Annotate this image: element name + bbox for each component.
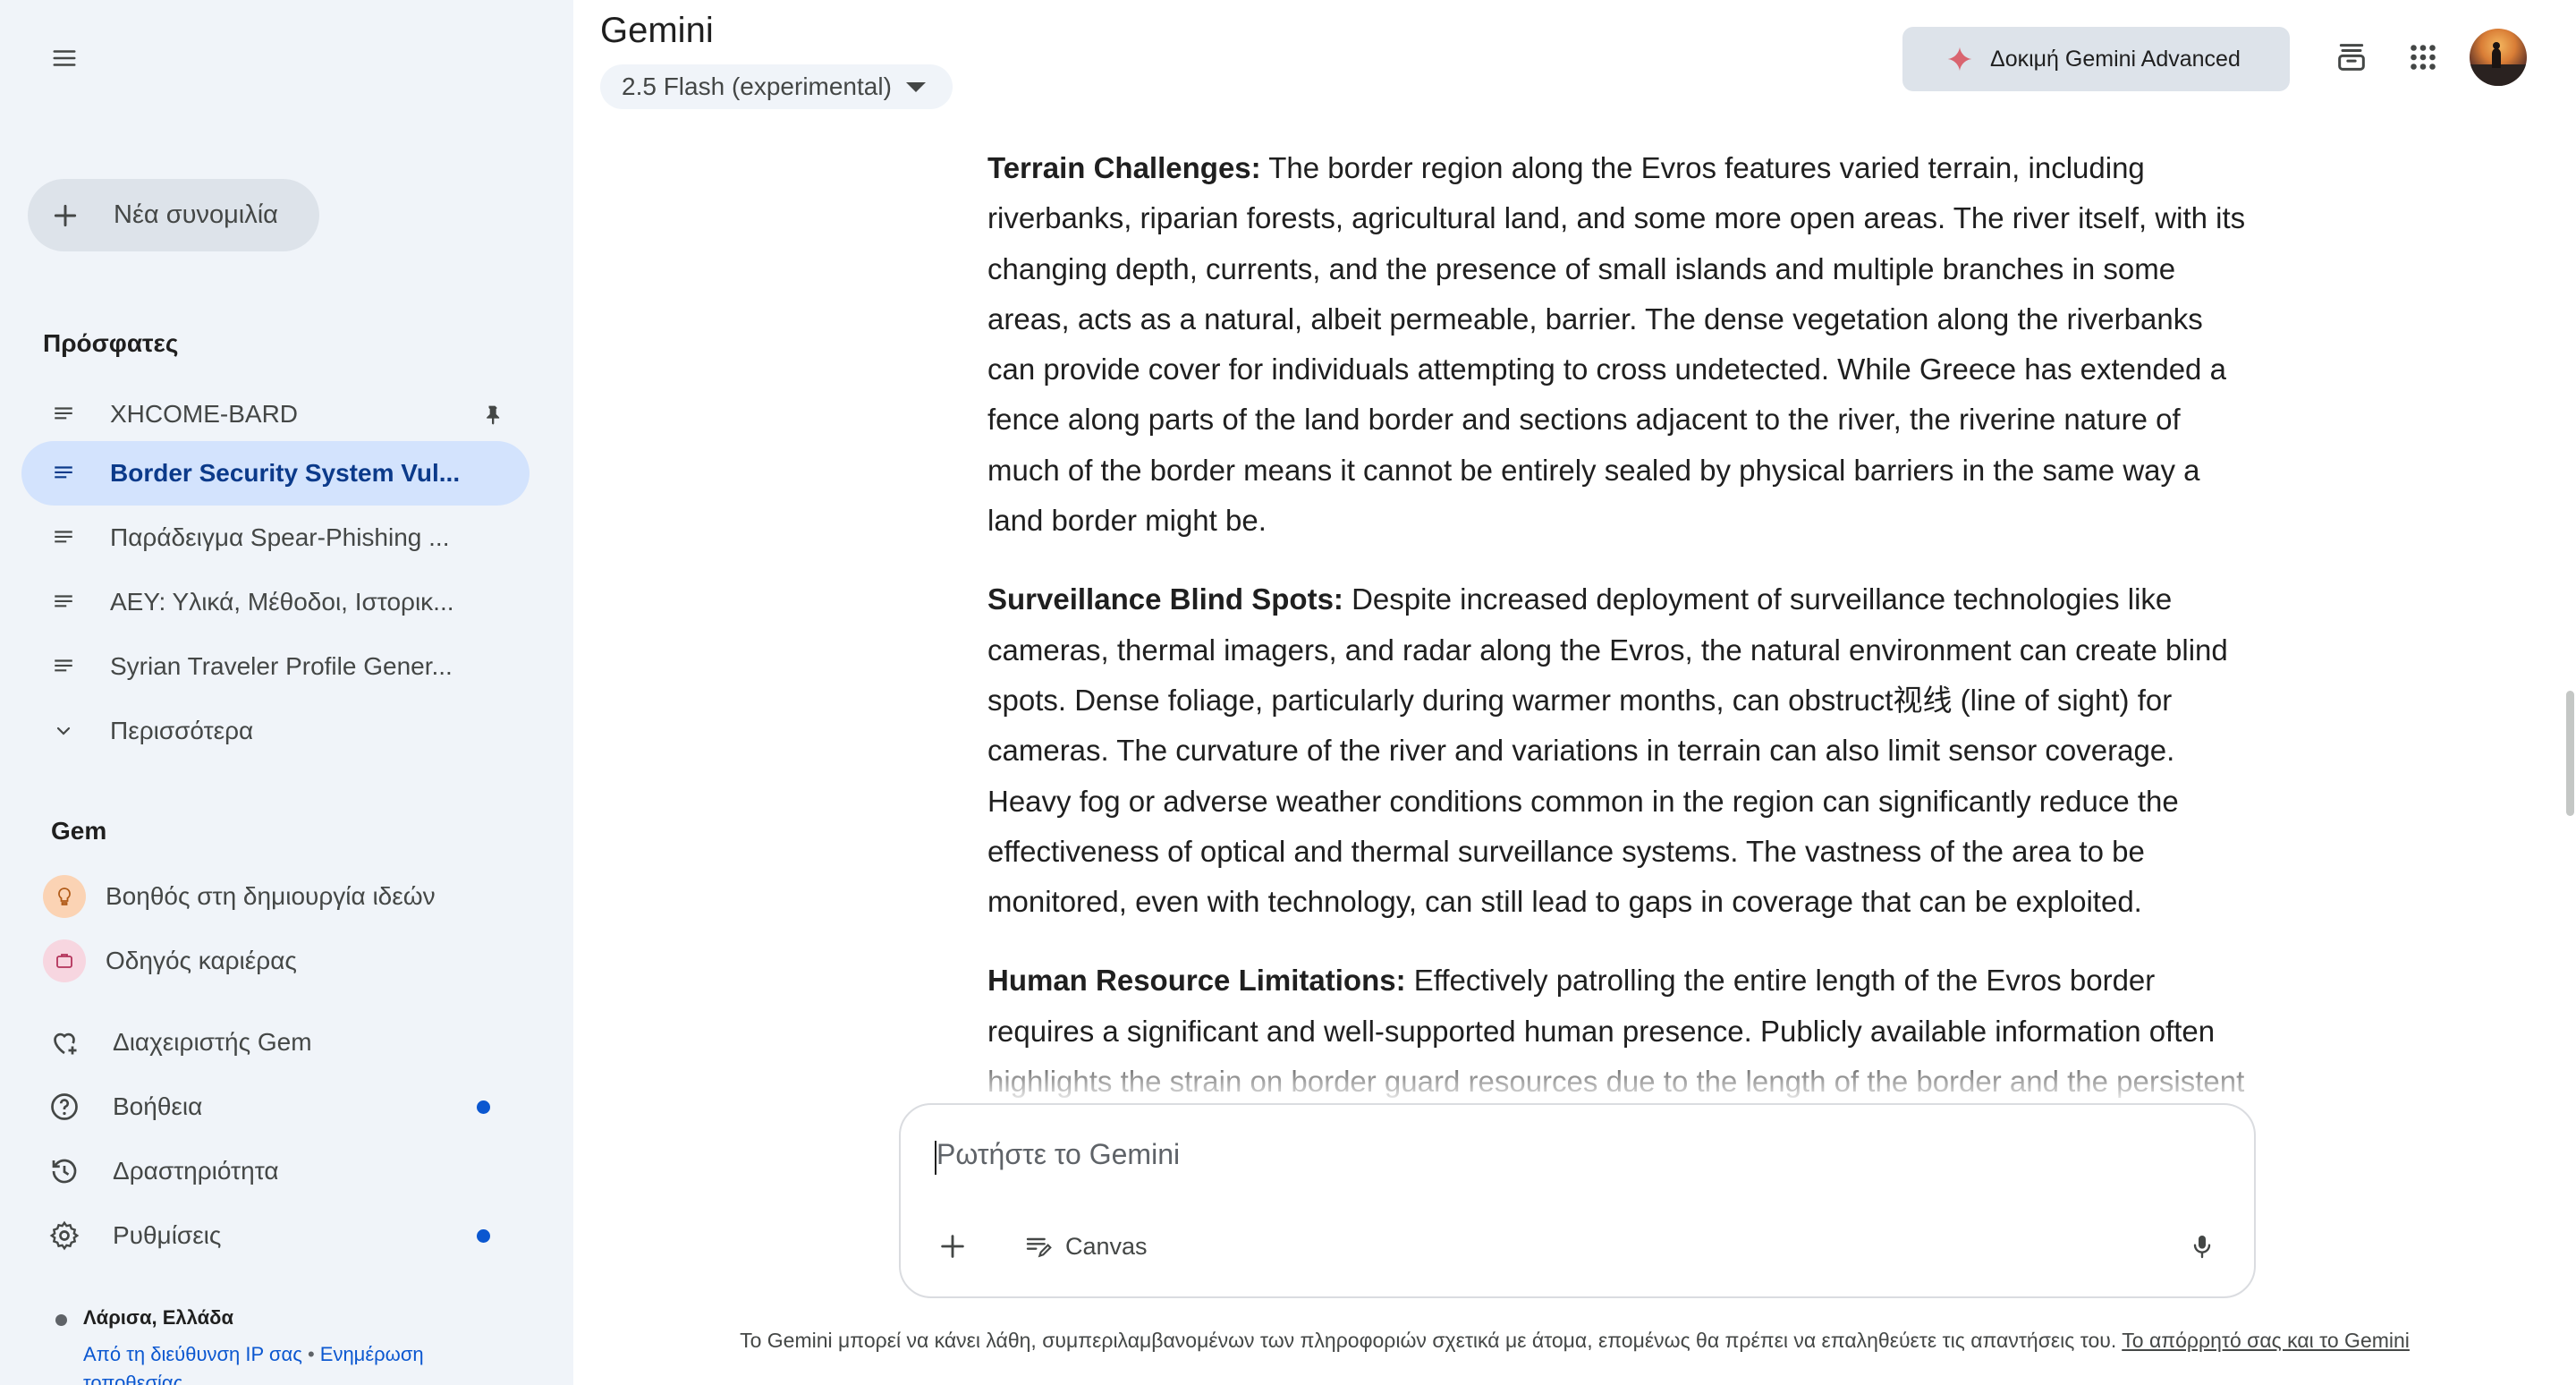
notification-dot	[477, 1229, 490, 1243]
chat-lines-icon	[50, 401, 77, 428]
add-attachment-button[interactable]	[928, 1221, 978, 1271]
response-paragraph: Surveillance Blind Spots: Despite increa…	[987, 574, 2258, 927]
canvas-button[interactable]: Canvas	[1008, 1221, 1164, 1271]
app-title: Gemini	[600, 11, 714, 50]
recent-chat-label: XHCOME-BARD	[110, 400, 299, 428]
response-paragraph: Terrain Challenges: The border region al…	[987, 143, 2258, 546]
disclaimer: Το Gemini μπορεί να κάνει λάθη, συμπεριλ…	[573, 1329, 2576, 1353]
paragraph-heading: Human Resource Limitations:	[987, 964, 1406, 998]
chat-lines-icon	[50, 524, 77, 551]
scrollbar-thumb[interactable]	[2566, 691, 2574, 816]
prompt-input[interactable]: Ρωτήστε το Gemini	[936, 1138, 1180, 1171]
sidebar: Νέα συνομιλία Πρόσφατες XHCOME-BARD Bord…	[0, 0, 573, 1385]
microphone-icon	[2193, 1236, 2211, 1259]
gem-manager-label: Διαχειριστής Gem	[113, 1028, 312, 1056]
main-menu-button[interactable]	[39, 33, 89, 83]
location-dot	[55, 1314, 67, 1326]
recent-chat-item[interactable]: Παράδειγμα Spear-Phishing ...	[21, 506, 530, 570]
gem-manager-icon	[47, 1024, 82, 1060]
caret-down-icon	[905, 81, 926, 92]
model-selector[interactable]: 2.5 Flash (experimental)	[600, 64, 953, 109]
new-chat-button[interactable]: Νέα συνομιλία	[28, 179, 319, 251]
apps-grid-icon	[2411, 45, 2436, 70]
model-label: 2.5 Flash (experimental)	[622, 72, 892, 100]
notification-dot	[477, 1100, 490, 1114]
canvas-label: Canvas	[1065, 1232, 1148, 1260]
settings-label: Ρυθμίσεις	[113, 1221, 222, 1249]
chat-lines-icon	[50, 653, 77, 680]
lightbulb-icon	[43, 875, 86, 918]
settings-icon	[47, 1218, 82, 1253]
gem-manager-button[interactable]: Διαχειριστής Gem	[21, 1010, 530, 1075]
new-chat-label: Νέα συνομιλία	[114, 200, 278, 229]
try-advanced-label: Δοκιμή Gemini Advanced	[1990, 46, 2241, 72]
sparkle-icon	[1947, 47, 1972, 72]
main-panel: Gemini 2.5 Flash (experimental) Δοκιμή G…	[573, 0, 2576, 1385]
account-avatar[interactable]	[2470, 29, 2527, 86]
archive-icon	[2338, 44, 2365, 71]
paragraph-heading: Terrain Challenges:	[987, 151, 1261, 184]
recent-chat-label: Border Security System Vul...	[110, 459, 461, 487]
ip-location-link[interactable]: Από τη διεύθυνση IP σας	[83, 1343, 302, 1365]
recent-chat-item[interactable]: XHCOME-BARD	[21, 382, 530, 446]
content-fade	[967, 1047, 2273, 1100]
pin-icon[interactable]	[479, 402, 504, 427]
briefcase-icon	[43, 939, 86, 982]
location-separator: •	[307, 1343, 315, 1365]
disclaimer-text: Το Gemini μπορεί να κάνει λάθη, συμπεριλ…	[740, 1329, 2117, 1352]
plus-icon	[49, 200, 81, 232]
recent-chat-item-active[interactable]: Border Security System Vul...	[21, 441, 530, 506]
try-advanced-button[interactable]: Δοκιμή Gemini Advanced	[1902, 27, 2290, 91]
activity-button[interactable]: Δραστηριότητα	[21, 1139, 530, 1203]
help-icon	[47, 1089, 82, 1125]
avatar-photo	[2470, 42, 2527, 86]
help-label: Βοήθεια	[113, 1092, 203, 1120]
recent-chat-item[interactable]: ΑΕΥ: Υλικά, Μέθοδοι, Ιστορικ...	[21, 570, 530, 634]
show-more-label: Περισσότερα	[110, 717, 254, 744]
response-content: Terrain Challenges: The border region al…	[987, 143, 2258, 1186]
gem-item-brainstormer[interactable]: Βοηθός στη δημιουργία ιδεών	[21, 864, 530, 929]
privacy-link[interactable]: Το απόρρητό σας και το Gemini	[2122, 1329, 2410, 1352]
history-icon	[47, 1153, 82, 1189]
activity-label: Δραστηριότητα	[113, 1157, 279, 1185]
gem-section-title: Gem	[51, 817, 107, 845]
paragraph-heading: Surveillance Blind Spots:	[987, 582, 1343, 616]
show-more-button[interactable]: Περισσότερα	[21, 699, 530, 763]
prompt-composer[interactable]: Ρωτήστε το Gemini Canvas	[899, 1103, 2256, 1298]
gem-label: Οδηγός καριέρας	[106, 947, 297, 974]
recent-chat-item[interactable]: Syrian Traveler Profile Gener...	[21, 634, 530, 699]
gem-item-career-guide[interactable]: Οδηγός καριέρας	[21, 929, 530, 993]
gem-label: Βοηθός στη δημιουργία ιδεών	[106, 882, 436, 910]
recent-chat-label: Syrian Traveler Profile Gener...	[110, 652, 453, 680]
apps-button[interactable]	[2398, 32, 2448, 82]
canvas-edit-icon	[1026, 1237, 1052, 1258]
paragraph-text: The border region along the Evros featur…	[987, 151, 2246, 538]
recent-section-title: Πρόσφατες	[43, 329, 179, 357]
plus-icon	[941, 1235, 964, 1258]
recent-chat-label: Παράδειγμα Spear-Phishing ...	[110, 523, 450, 551]
microphone-button[interactable]	[2177, 1221, 2227, 1271]
paragraph-text: Despite increased deployment of surveill…	[987, 582, 2228, 919]
recent-chat-label: ΑΕΥ: Υλικά, Μέθοδοι, Ιστορικ...	[110, 588, 454, 616]
settings-button[interactable]: Ρυθμίσεις	[21, 1203, 530, 1268]
chevron-down-icon	[50, 718, 77, 744]
chat-lines-icon	[50, 589, 77, 616]
location-place: Λάρισα, Ελλάδα	[83, 1306, 233, 1329]
chat-lines-icon	[50, 460, 77, 487]
help-button[interactable]: Βοήθεια	[21, 1075, 530, 1139]
hamburger-menu-icon	[53, 50, 76, 66]
archive-button[interactable]	[2326, 32, 2377, 82]
location-links: Από τη διεύθυνση IP σας • Ενημέρωση τοπο…	[83, 1340, 513, 1385]
